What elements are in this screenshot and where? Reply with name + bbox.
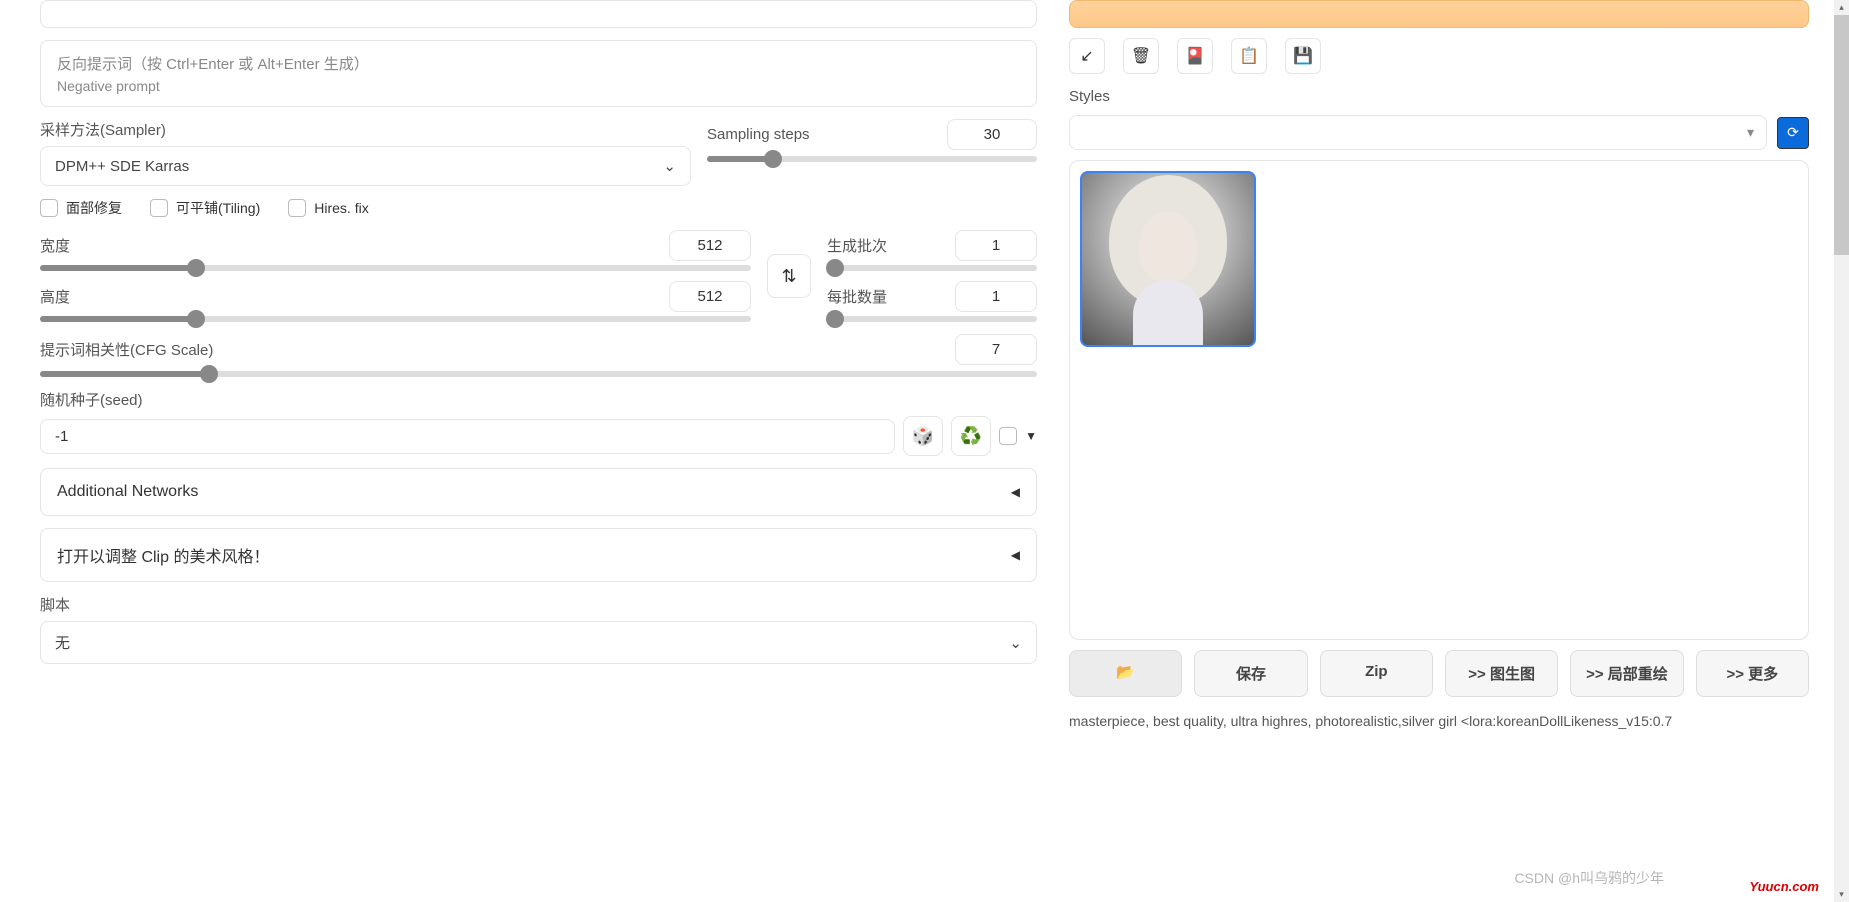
refresh-icon: ⟳ (1787, 124, 1799, 141)
img2img-button[interactable]: >> 图生图 (1445, 650, 1558, 697)
script-label: 脚本 (40, 594, 1037, 615)
swap-dimensions-button[interactable]: ⇅ (767, 254, 811, 298)
output-prompt-text: masterpiece, best quality, ultra highres… (1069, 713, 1809, 729)
neg-placeholder-cn: 反向提示词（按 Ctrl+Enter 或 Alt+Enter 生成） (57, 53, 1020, 74)
steps-slider[interactable] (707, 156, 1037, 162)
chevron-down-icon: ⌄ (1009, 634, 1022, 652)
trash-button[interactable]: 🗑 (1123, 38, 1159, 74)
generate-button[interactable] (1069, 0, 1809, 28)
neg-placeholder-en: Negative prompt (57, 78, 1020, 94)
sampler-label: 采样方法(Sampler) (40, 119, 691, 140)
arrow-icon: ↙ (1080, 46, 1093, 66)
negative-prompt-box[interactable]: 反向提示词（按 Ctrl+Enter 或 Alt+Enter 生成） Negat… (40, 40, 1037, 107)
watermark-site: Yuucn.com (1749, 879, 1819, 894)
width-value[interactable]: 512 (669, 230, 751, 261)
output-image-thumb[interactable] (1080, 171, 1256, 347)
floppy-icon: 💾 (1293, 46, 1313, 66)
reuse-seed-button[interactable]: ♻️ (951, 416, 991, 456)
card-icon: 🎴 (1185, 46, 1205, 66)
steps-value[interactable]: 30 (947, 119, 1037, 150)
additional-networks-accordion[interactable]: Additional Networks ◀ (40, 468, 1037, 516)
watermark-csdn: CSDN @h叫乌鸦的少年 (1514, 868, 1664, 888)
seed-input[interactable]: -1 (40, 419, 895, 454)
seed-expand-icon[interactable]: ▼ (1025, 429, 1037, 443)
prompt-box[interactable] (40, 0, 1037, 28)
height-label: 高度 (40, 286, 657, 307)
save-button[interactable]: 保存 (1194, 650, 1307, 697)
width-slider[interactable] (40, 265, 751, 271)
hires-fix-checkbox[interactable]: Hires. fix (288, 199, 368, 217)
batch-size-value[interactable]: 1 (955, 281, 1037, 312)
open-folder-button[interactable]: 📂 (1069, 650, 1182, 697)
batch-count-value[interactable]: 1 (955, 230, 1037, 261)
steps-label: Sampling steps (707, 126, 935, 143)
dice-icon: 🎲 (912, 426, 934, 447)
arrow-tool-button[interactable]: ↙ (1069, 38, 1105, 74)
extra-seed-checkbox[interactable] (999, 427, 1017, 445)
chevron-down-icon: ▾ (1747, 124, 1754, 141)
clipboard-icon: 📋 (1239, 46, 1259, 66)
clip-style-accordion[interactable]: 打开以调整 Clip 的美术风格！ ◀ (40, 528, 1037, 582)
styles-label: Styles (1069, 88, 1809, 105)
height-value[interactable]: 512 (669, 281, 751, 312)
clipboard-button[interactable]: 📋 (1231, 38, 1267, 74)
script-select[interactable]: 无 ⌄ (40, 621, 1037, 664)
batch-count-slider[interactable] (827, 265, 1037, 271)
height-slider[interactable] (40, 316, 751, 322)
face-restore-checkbox[interactable]: 面部修复 (40, 198, 122, 218)
triangle-left-icon: ◀ (1011, 548, 1020, 562)
triangle-left-icon: ◀ (1011, 485, 1020, 499)
trash-icon: 🗑 (1131, 46, 1151, 66)
vertical-scrollbar[interactable]: ▴ ▾ (1834, 0, 1849, 902)
width-label: 宽度 (40, 235, 657, 256)
scroll-up-icon[interactable]: ▴ (1834, 0, 1849, 15)
batch-size-slider[interactable] (827, 316, 1037, 322)
cfg-slider[interactable] (40, 371, 1037, 377)
batch-size-label: 每批数量 (827, 286, 943, 307)
styles-select[interactable]: ▾ (1069, 115, 1767, 150)
seed-label: 随机种子(seed) (40, 389, 1037, 410)
sampler-select[interactable]: DPM++ SDE Karras ⌄ (40, 146, 691, 186)
scroll-down-icon[interactable]: ▾ (1834, 887, 1849, 902)
inpaint-button[interactable]: >> 局部重绘 (1570, 650, 1683, 697)
recycle-icon: ♻️ (960, 426, 982, 447)
tiling-checkbox[interactable]: 可平铺(Tiling) (150, 198, 260, 218)
sampler-value: DPM++ SDE Karras (55, 158, 189, 175)
chevron-down-icon: ⌄ (663, 157, 676, 175)
batch-count-label: 生成批次 (827, 235, 943, 256)
more-button[interactable]: >> 更多 (1696, 650, 1809, 697)
zip-button[interactable]: Zip (1320, 650, 1433, 697)
scroll-thumb[interactable] (1834, 15, 1849, 255)
random-seed-button[interactable]: 🎲 (903, 416, 943, 456)
output-gallery[interactable] (1069, 160, 1809, 640)
cfg-value[interactable]: 7 (955, 334, 1037, 365)
card-button[interactable]: 🎴 (1177, 38, 1213, 74)
refresh-styles-button[interactable]: ⟳ (1777, 117, 1809, 149)
cfg-label: 提示词相关性(CFG Scale) (40, 339, 943, 360)
save-floppy-button[interactable]: 💾 (1285, 38, 1321, 74)
